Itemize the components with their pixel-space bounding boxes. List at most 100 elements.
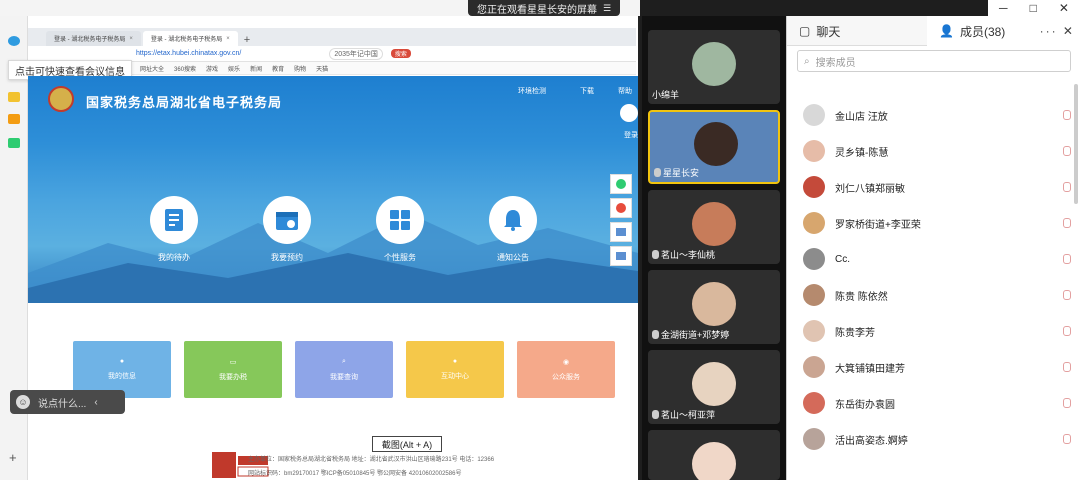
search-placeholder: 搜索成员 [815, 57, 856, 69]
member-item[interactable]: 刘仁八镇郑丽敏 [787, 172, 1080, 202]
mic-icon [1063, 146, 1071, 156]
video-tile[interactable]: 茗山～李仙桃 [648, 190, 780, 264]
print-icon[interactable] [610, 246, 632, 266]
tab-chat[interactable]: ▢ 聊天 [787, 16, 927, 46]
mic-icon [1063, 326, 1071, 336]
print-icon[interactable] [610, 222, 632, 242]
screen-share-banner[interactable]: 您正在观看星星长安的屏幕 ☰ [468, 0, 620, 16]
member-item[interactable]: Cc. [787, 244, 1080, 274]
member-item[interactable]: 陈贵 陈依然 [787, 280, 1080, 310]
star-icon[interactable] [8, 92, 20, 102]
wechat-icon[interactable] [610, 174, 632, 194]
login-link[interactable]: 登录 [624, 130, 638, 140]
emoji-icon[interactable]: ☺ [16, 395, 30, 409]
close-icon[interactable]: ✕ [1059, 1, 1069, 15]
mic-icon [1063, 218, 1071, 228]
member-item[interactable]: 陈贵李芳 [787, 316, 1080, 346]
folder-icon[interactable] [8, 114, 20, 124]
participant-name: 金湖街道+邓梦婷 [661, 330, 730, 340]
app-icon[interactable] [8, 138, 20, 148]
tab-members-label: 成员(38) [959, 24, 1006, 39]
site-title: 国家税务总局湖北省电子税务局 [86, 95, 283, 110]
footer-line: 主办单位：国家税务总局湖北省税务局 地址：湖北省武汉市洪山区珞瑜路231号 电话… [248, 457, 495, 463]
search-icon: ⌕ [804, 55, 810, 67]
participant-name-row: 小绵羊 [652, 88, 679, 101]
menu-icon[interactable]: ☰ [603, 3, 611, 14]
tab-chat-label: 聊天 [816, 24, 841, 39]
participant-name-row: 茗山～柯亚萍 [652, 408, 715, 421]
mic-icon [654, 168, 661, 177]
video-tile[interactable] [648, 430, 780, 480]
browser-tab[interactable]: 登录 - 湖北税务电子税务局 × [46, 31, 141, 46]
mic-icon [1063, 362, 1071, 372]
add-icon[interactable]: + [9, 450, 17, 465]
video-tile[interactable]: 茗山～柯亚萍 [648, 350, 780, 424]
tile-label: 互动中心 [441, 373, 469, 380]
member-item[interactable]: 灵乡镇-陈慧 [787, 136, 1080, 166]
member-name: 东岳街办袁圆 [835, 399, 895, 411]
video-column: 小绵羊 星星长安 茗山～李仙桃 金湖街道+邓梦婷 茗山～柯亚萍 [642, 16, 786, 480]
participant-name: 茗山～柯亚萍 [661, 410, 716, 420]
service-todo[interactable]: 我的待办 [144, 196, 204, 263]
site-hero: 国家税务总局湖北省电子税务局 环境检测 下载 帮助 登录 我的待办 我要预约 个… [28, 76, 638, 303]
video-tile-active[interactable]: 星星长安 [648, 110, 780, 184]
window-controls: ─ □ ✕ [988, 0, 1080, 16]
avatar [692, 362, 736, 406]
participant-name-row: 星星长安 [654, 166, 699, 179]
close-tab-icon[interactable]: × [226, 36, 230, 42]
member-item[interactable]: 东岳街办袁圆 [787, 388, 1080, 418]
minimize-icon[interactable]: ─ [999, 1, 1008, 15]
env-check-link[interactable]: 环境检测 [518, 86, 546, 96]
video-tile[interactable]: 金湖街道+邓梦婷 [648, 270, 780, 344]
service-appointment[interactable]: 我要预约 [257, 196, 317, 263]
tile-public-service[interactable]: ◉ 公众服务 [517, 341, 615, 398]
service-label: 我要预约 [271, 253, 303, 262]
member-item[interactable]: 金山店 汪放 [787, 100, 1080, 130]
browser-tab-label: 登录 - 湖北税务电子税务局 [150, 37, 223, 43]
collapse-icon[interactable]: ‹ [94, 397, 97, 408]
avatar [803, 248, 825, 270]
bookmark-item[interactable]: 教育 [272, 64, 284, 73]
member-item[interactable]: 大箕铺镇田建芳 [787, 352, 1080, 382]
close-tab-icon[interactable]: × [129, 36, 133, 42]
member-item[interactable]: 罗家桥街道+李亚荣 [787, 208, 1080, 238]
maximize-icon[interactable]: □ [1030, 1, 1037, 15]
panel-controls[interactable]: ··· ✕ [1040, 24, 1075, 38]
member-name: 活出高姿态.婀婷 [835, 435, 908, 447]
chat-input[interactable]: ☺ 说点什么... ‹ [10, 390, 125, 414]
bookmark-item[interactable]: 360搜索 [174, 64, 196, 73]
tile-interaction[interactable]: ● 互动中心 [406, 341, 504, 398]
user-icon[interactable] [620, 104, 638, 122]
download-link[interactable]: 下载 [580, 86, 594, 96]
browser-logo-icon[interactable] [8, 36, 20, 46]
bookmark-item[interactable]: 网址大全 [140, 64, 164, 73]
weibo-icon[interactable] [610, 198, 632, 218]
bookmark-item[interactable]: 娱乐 [228, 64, 240, 73]
participant-name-row: 金湖街道+邓梦婷 [652, 328, 729, 341]
tab-members[interactable]: 👤 成员(38) ··· ✕ [927, 16, 1080, 46]
url-text[interactable]: https://etax.hubei.chinatax.gov.cn/ [136, 50, 241, 57]
bookmark-item[interactable]: 天猫 [316, 64, 328, 73]
member-search-input[interactable]: ⌕ 搜索成员 [797, 50, 1071, 72]
participant-name-row: 茗山～李仙桃 [652, 248, 715, 261]
tile-tax-filing[interactable]: ▭ 我要办税 [184, 341, 282, 398]
bookmark-item[interactable]: 新闻 [250, 64, 262, 73]
side-panel: ▢ 聊天 👤 成员(38) ··· ✕ ⌕ 搜索成员 金山店 汪放 灵乡镇-陈慧… [786, 16, 1080, 480]
browser-tab[interactable]: 登录 - 湖北税务电子税务局 × [142, 31, 238, 46]
avatar [692, 202, 736, 246]
service-icon: ◉ [562, 358, 570, 366]
browser-search-button[interactable]: 搜索 [390, 49, 411, 58]
service-personal[interactable]: 个性服务 [370, 196, 430, 263]
browser-search-input[interactable]: 2035年记中国 [329, 47, 383, 60]
mic-icon [652, 410, 659, 419]
bookmark-item[interactable]: 购物 [294, 64, 306, 73]
service-notice[interactable]: 通知公告 [483, 196, 543, 263]
help-link[interactable]: 帮助 [618, 86, 632, 96]
mic-icon [1063, 434, 1071, 444]
member-item[interactable]: 活出高姿态.婀婷 [787, 424, 1080, 454]
avatar [692, 282, 736, 326]
tile-query[interactable]: ⌕ 我要查询 [295, 341, 393, 398]
bookmark-item[interactable]: 游戏 [206, 64, 218, 73]
video-tile[interactable]: 小绵羊 [648, 30, 780, 104]
new-tab-icon[interactable]: + [244, 34, 250, 46]
